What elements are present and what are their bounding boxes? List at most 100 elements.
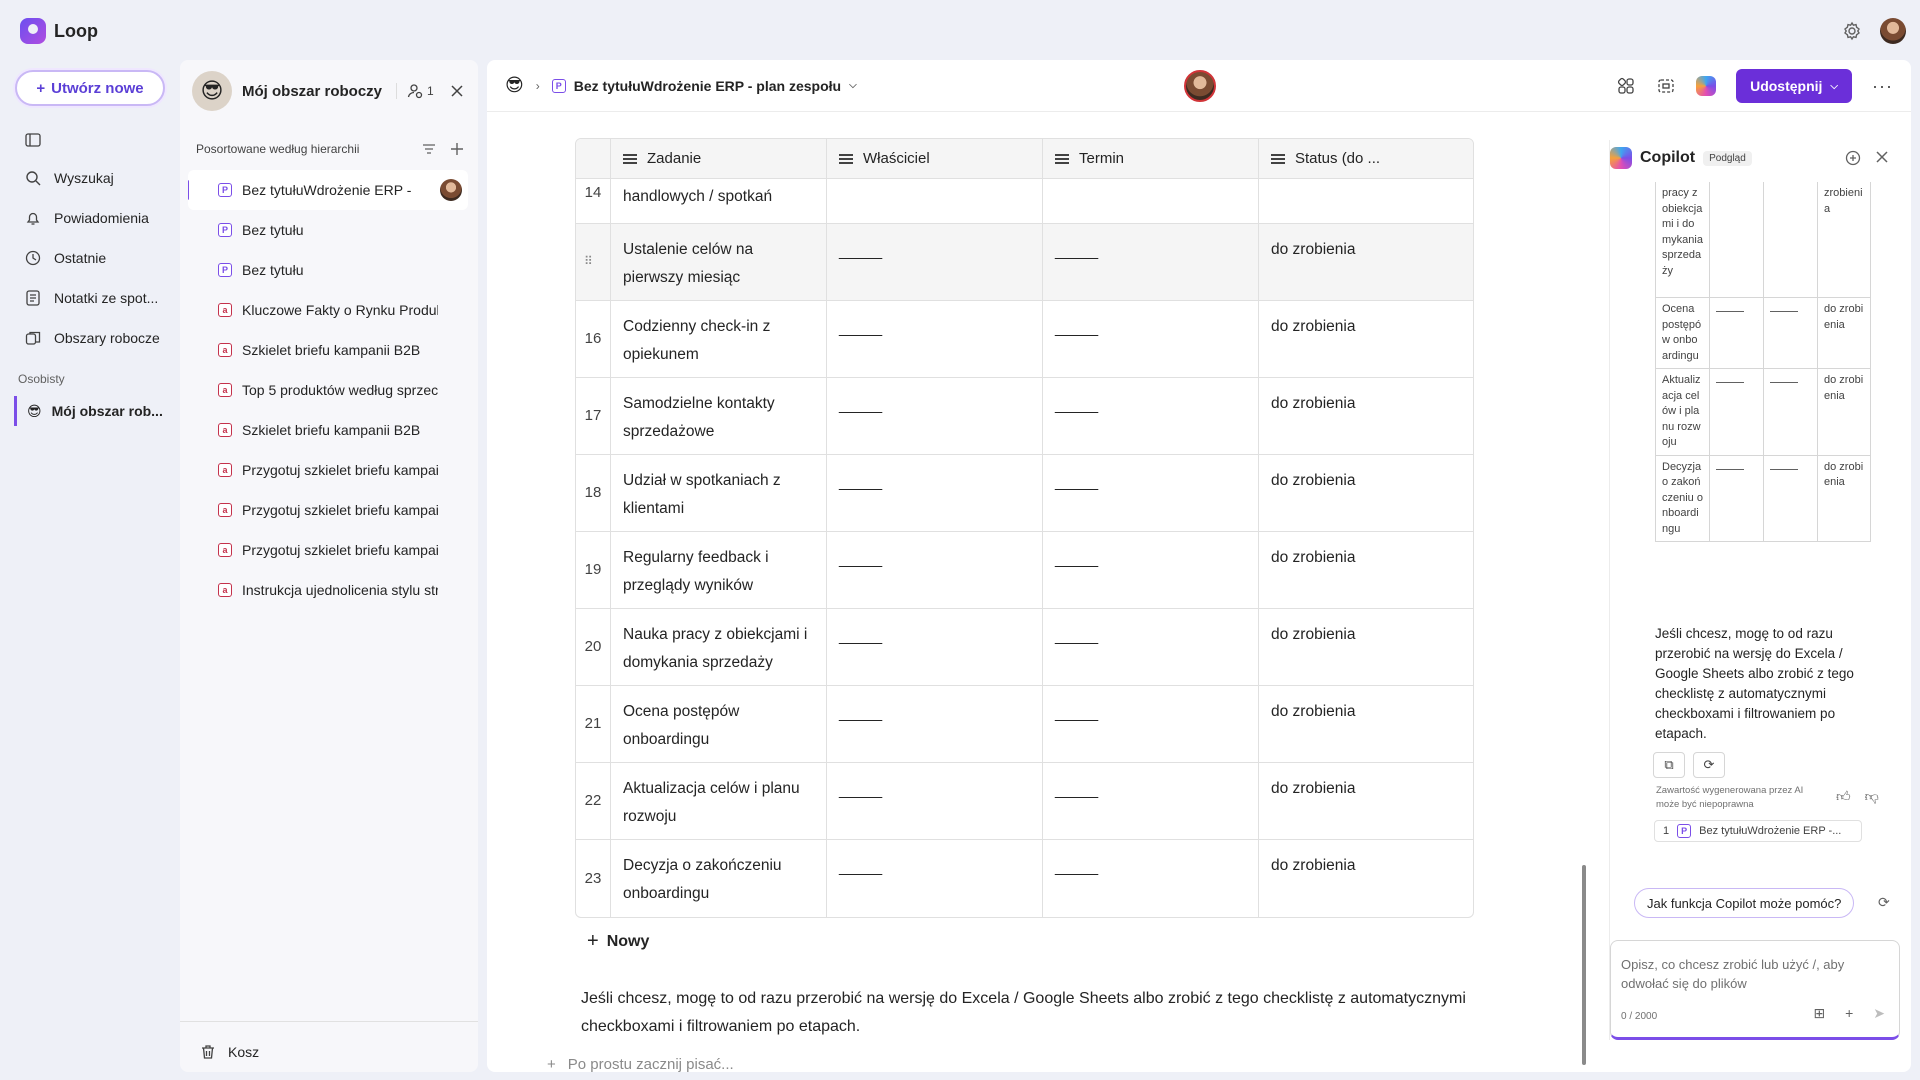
share-button[interactable]: Udostępnij ⌵ xyxy=(1736,69,1853,103)
task-cell[interactable]: Udział w spotkaniach z klientami xyxy=(611,455,827,531)
document-paragraph[interactable]: Jeśli chcesz, mogę to od razu przerobić … xyxy=(581,985,1481,1041)
owner-cell[interactable] xyxy=(827,179,1043,223)
toggle-sidebar-button[interactable] xyxy=(24,126,42,154)
task-cell[interactable]: Codzienny check-in z opiekunem xyxy=(611,301,827,377)
due-cell[interactable]: _____ xyxy=(1043,378,1259,454)
settings-gear-icon[interactable] xyxy=(1842,21,1862,41)
page-item[interactable]: a Szkielet briefu kampanii B2B xyxy=(188,410,468,450)
nav-meeting-notes[interactable]: Notatki ze spot... xyxy=(24,284,158,312)
attach-plus-icon[interactable]: + xyxy=(1845,1005,1853,1022)
nav-my-workspace[interactable]: 😎 Mój obszar rob... xyxy=(14,396,163,426)
page-item[interactable]: a Szkielet briefu kampanii B2B xyxy=(188,330,468,370)
nav-recent[interactable]: Ostatnie xyxy=(24,244,106,272)
close-icon[interactable] xyxy=(448,82,466,100)
reference-chip[interactable]: 1 P Bez tytułuWdrożenie ERP -... xyxy=(1654,820,1862,842)
filter-icon[interactable] xyxy=(422,142,436,156)
status-cell[interactable]: do zrobienia xyxy=(1259,609,1473,685)
prompts-icon[interactable]: ⊞ xyxy=(1813,1005,1825,1022)
copilot-input[interactable]: Opisz, co chcesz zrobić lub użyć /, aby … xyxy=(1610,940,1900,1040)
page-item[interactable]: P Bez tytułuWdrożenie ERP - xyxy=(188,170,468,210)
task-cell[interactable]: Decyzja o zakończeniu onboardingu xyxy=(611,840,827,917)
drag-handle-icon[interactable]: ⠿ xyxy=(584,254,593,268)
column-header[interactable]: Właściciel xyxy=(827,139,1043,178)
page-item[interactable]: P Bez tytułu xyxy=(188,210,468,250)
owner-cell[interactable]: _____ xyxy=(827,455,1043,531)
add-row-button[interactable]: + Nowy xyxy=(587,930,649,953)
task-cell[interactable]: Aktualizacja celów i planu rozwoju xyxy=(611,763,827,839)
page-item[interactable]: a Przygotuj szkielet briefu kampai xyxy=(188,450,468,490)
task-cell[interactable]: Samodzielne kontakty sprzedażowe xyxy=(611,378,827,454)
page-item[interactable]: a Przygotuj szkielet briefu kampai xyxy=(188,530,468,570)
nav-workspaces[interactable]: Obszary robocze xyxy=(24,324,160,352)
task-cell[interactable]: handlowych / spotkań xyxy=(611,179,827,223)
page-item[interactable]: a Kluczowe Fakty o Rynku Produk xyxy=(188,290,468,330)
refresh-suggestions-icon[interactable]: ⟳ xyxy=(1878,894,1890,911)
suggestion-chip[interactable]: Jak funkcja Copilot może pomóc? xyxy=(1634,888,1855,918)
page-item[interactable]: a Przygotuj szkielet briefu kampai xyxy=(188,490,468,530)
owner-cell[interactable]: _____ xyxy=(827,686,1043,762)
status-cell[interactable]: do zrobienia xyxy=(1259,455,1473,531)
page-item[interactable]: P Bez tytułu xyxy=(188,250,468,290)
task-cell[interactable]: Ocena postępów onboardingu xyxy=(611,686,827,762)
workspace-emoji-icon[interactable]: 😎 xyxy=(505,75,524,96)
status-cell[interactable]: do zrobienia xyxy=(1259,378,1473,454)
page-item[interactable]: a Top 5 produktów według sprzec xyxy=(188,370,468,410)
thumbs-down-icon[interactable]: 👎︎ xyxy=(1865,788,1879,805)
owner-cell[interactable]: _____ xyxy=(827,378,1043,454)
task-cell[interactable]: Ustalenie celów na pierwszy miesiąc xyxy=(611,224,827,300)
send-icon[interactable]: ➤ xyxy=(1873,1005,1885,1022)
task-cell[interactable]: Regularny feedback i przeglądy wyników xyxy=(611,532,827,608)
column-header[interactable]: Zadanie xyxy=(611,139,827,178)
components-icon[interactable] xyxy=(1616,76,1636,96)
scrollbar-thumb[interactable] xyxy=(1582,865,1586,1065)
layout-icon[interactable] xyxy=(1656,76,1676,96)
create-new-button[interactable]: + Utwórz nowe xyxy=(15,70,165,106)
new-chat-icon[interactable] xyxy=(1845,150,1861,166)
status-cell[interactable]: do zrobienia xyxy=(1259,840,1473,917)
collaborator-avatar[interactable] xyxy=(1184,70,1216,102)
owner-cell[interactable]: _____ xyxy=(827,840,1043,917)
due-cell[interactable]: _____ xyxy=(1043,840,1259,917)
scrollbar[interactable] xyxy=(1582,120,1586,1070)
copilot-icon[interactable] xyxy=(1696,76,1717,96)
due-cell[interactable]: _____ xyxy=(1043,686,1259,762)
ai-disclaimer: Zawartość wygenerowana przez AI może być… xyxy=(1656,785,1804,810)
editor-placeholder[interactable]: + Po prostu zacznij pisać... xyxy=(547,1056,734,1072)
status-cell[interactable]: do zrobienia xyxy=(1259,532,1473,608)
user-avatar[interactable] xyxy=(1880,18,1906,44)
page-item[interactable]: a Instrukcja ujednolicenia stylu str xyxy=(188,570,468,610)
due-cell[interactable]: _____ xyxy=(1043,763,1259,839)
breadcrumb-page-title[interactable]: P Bez tytułuWdrożenie ERP - plan zespołu… xyxy=(551,78,857,94)
thumbs-up-icon[interactable]: 👍︎ xyxy=(1836,788,1851,805)
task-cell[interactable]: Nauka pracy z obiekcjami i domykania spr… xyxy=(611,609,827,685)
due-cell[interactable]: _____ xyxy=(1043,532,1259,608)
trash-button[interactable]: Kosz xyxy=(200,1044,259,1060)
regenerate-button[interactable]: ⟳ xyxy=(1693,752,1725,778)
table-row: 14 handlowych / spotkań xyxy=(576,179,1473,224)
due-cell[interactable]: _____ xyxy=(1043,224,1259,300)
status-cell[interactable]: do zrobienia xyxy=(1259,763,1473,839)
due-cell[interactable] xyxy=(1043,179,1259,223)
copy-button[interactable]: ⧉ xyxy=(1653,752,1685,778)
status-cell[interactable]: do zrobienia xyxy=(1259,301,1473,377)
due-cell[interactable]: _____ xyxy=(1043,455,1259,531)
owner-cell[interactable]: _____ xyxy=(827,224,1043,300)
workspace-members-button[interactable]: 1 xyxy=(396,83,434,99)
column-header[interactable]: Termin xyxy=(1043,139,1259,178)
more-options-icon[interactable]: ··· xyxy=(1872,76,1893,97)
app-logo[interactable]: Loop xyxy=(20,18,98,44)
nav-search[interactable]: Wyszukaj xyxy=(24,164,114,192)
owner-cell[interactable]: _____ xyxy=(827,763,1043,839)
close-icon[interactable] xyxy=(1875,150,1889,164)
owner-cell[interactable]: _____ xyxy=(827,301,1043,377)
nav-notifications[interactable]: Powiadomienia xyxy=(24,204,149,232)
status-cell[interactable]: do zrobienia xyxy=(1259,224,1473,300)
column-header[interactable]: Status (do ... xyxy=(1259,139,1473,178)
add-page-icon[interactable] xyxy=(450,142,464,156)
due-cell[interactable]: _____ xyxy=(1043,301,1259,377)
owner-cell[interactable]: _____ xyxy=(827,609,1043,685)
owner-cell[interactable]: _____ xyxy=(827,532,1043,608)
status-cell[interactable] xyxy=(1259,179,1473,223)
due-cell[interactable]: _____ xyxy=(1043,609,1259,685)
status-cell[interactable]: do zrobienia xyxy=(1259,686,1473,762)
